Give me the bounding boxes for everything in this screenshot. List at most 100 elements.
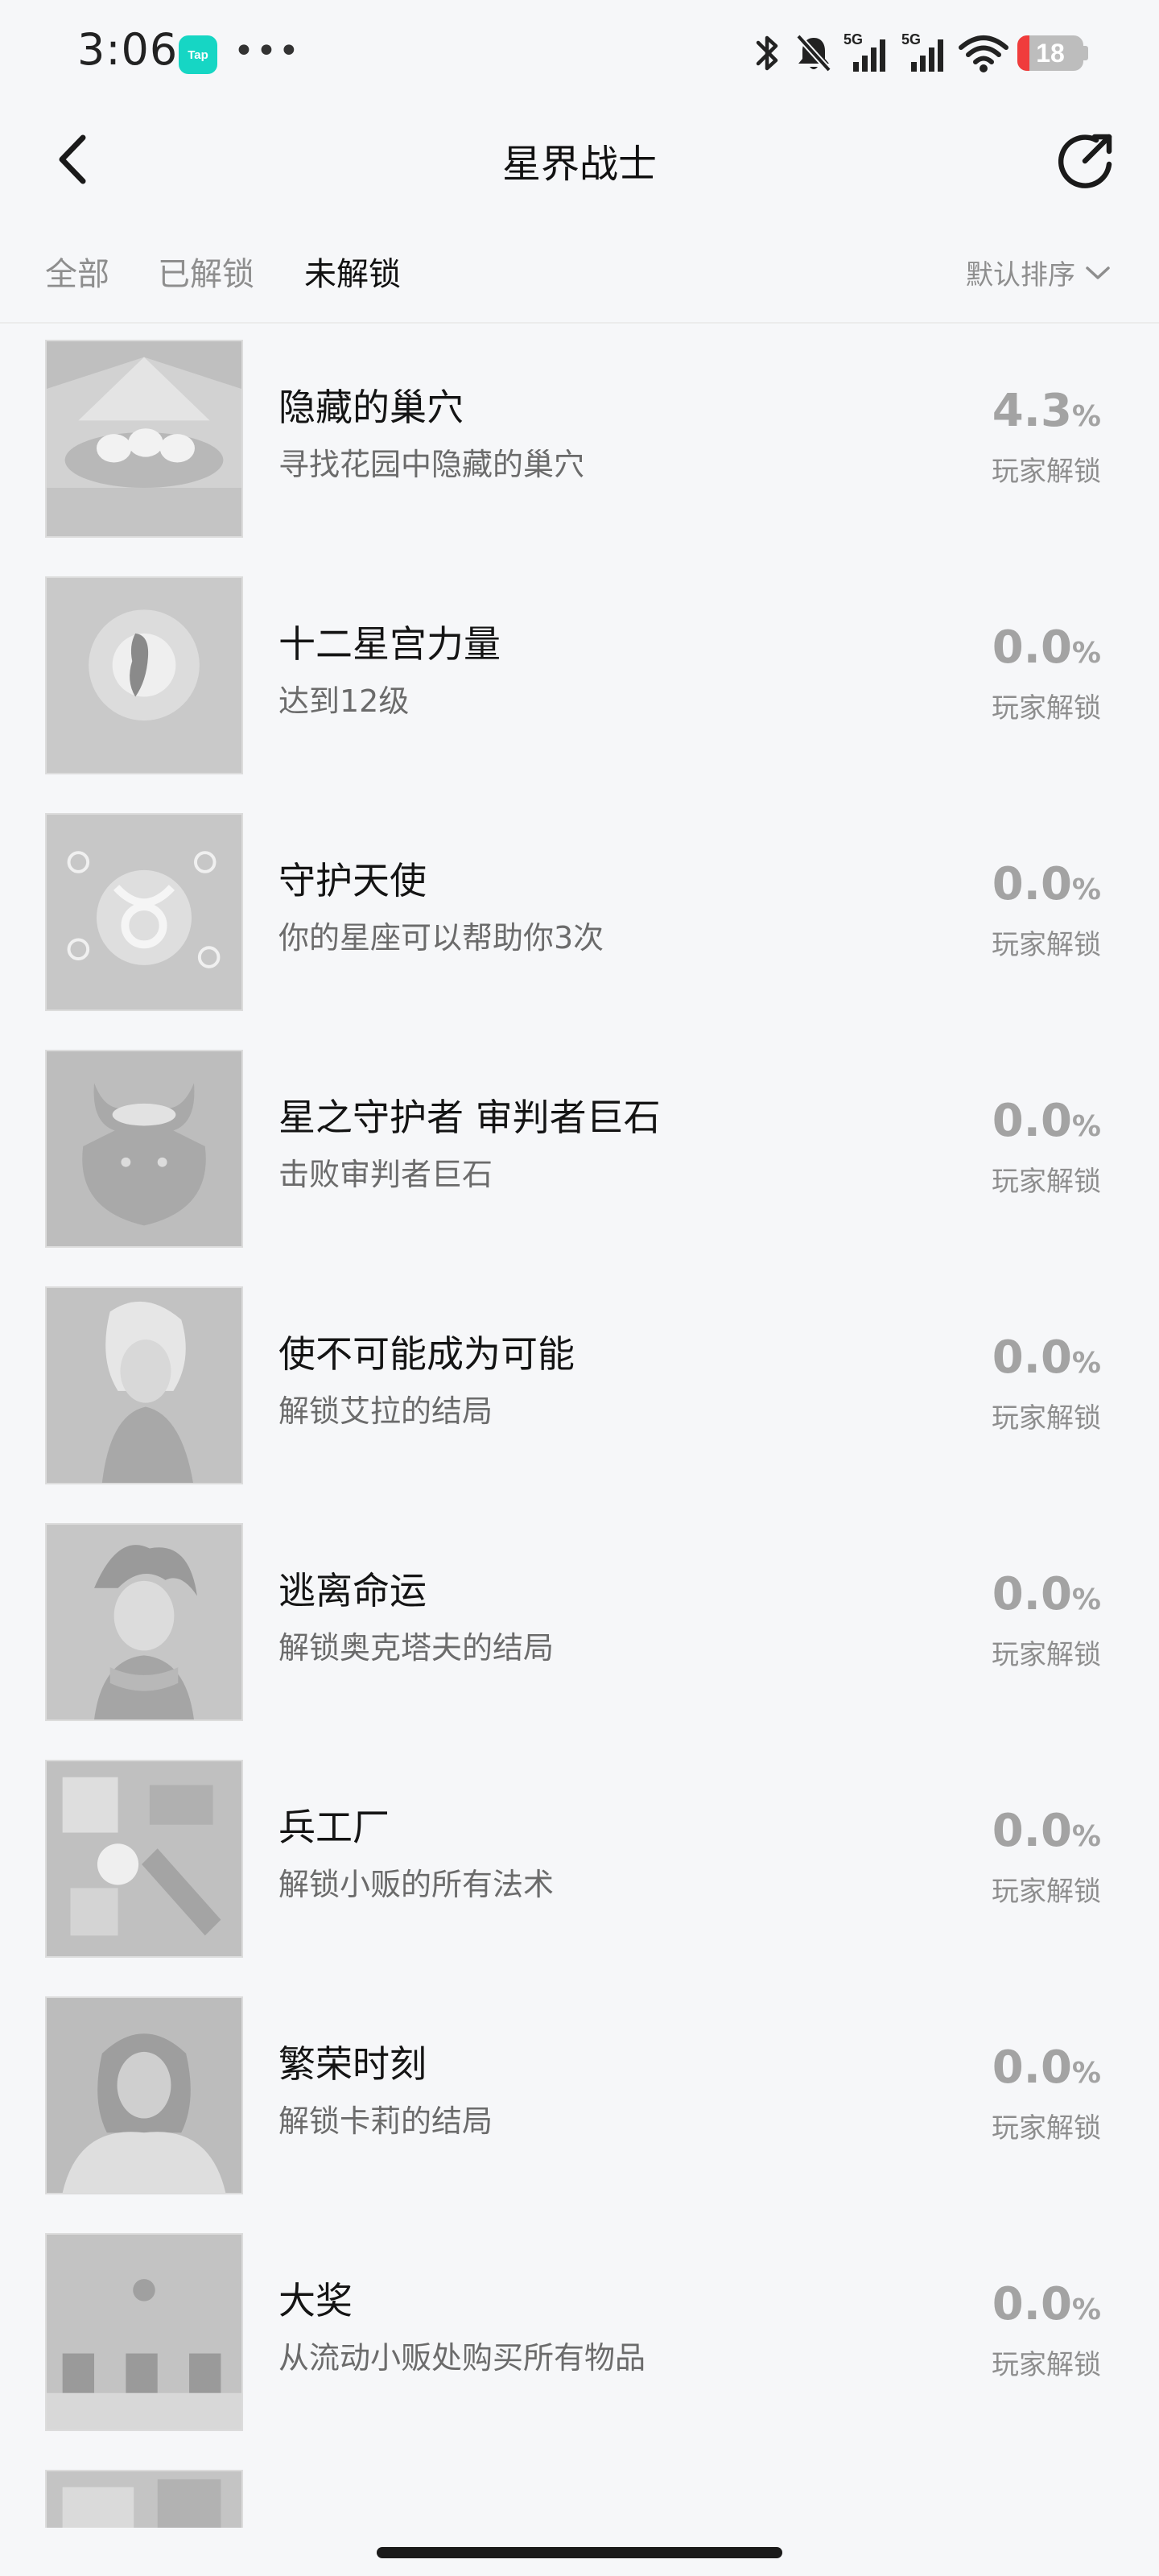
- percentage-unit: %: [1071, 2057, 1101, 2090]
- octave-portrait-image: [47, 1525, 241, 1719]
- sort-dropdown[interactable]: 默认排序: [966, 253, 1111, 292]
- battery-tip: [1083, 46, 1088, 60]
- unlock-percentage: 4.3%: [992, 385, 1101, 437]
- more-notifications-icon: •••: [233, 31, 301, 72]
- percentage-unit: %: [1071, 1820, 1101, 1853]
- achievement-description: 解锁小贩的所有法术: [278, 1867, 555, 1902]
- percentage-value: 4.3: [992, 385, 1072, 437]
- status-icons: 5G 5G 18: [750, 27, 1088, 79]
- achievement-item[interactable]: [0, 2460, 1159, 2528]
- tab-all[interactable]: 全部: [45, 248, 109, 295]
- achievement-image: [45, 1996, 243, 2194]
- achievement-title: 隐藏的巢穴: [278, 386, 464, 429]
- home-indicator[interactable]: [377, 2547, 782, 2558]
- achievement-description: 从流动小贩处购买所有物品: [278, 2340, 646, 2376]
- achievement-description: 寻找花园中隐藏的巢穴: [278, 447, 585, 482]
- unlock-percentage: 0.0%: [992, 858, 1101, 910]
- sort-label: 默认排序: [966, 259, 1075, 291]
- wifi-icon: [959, 35, 1008, 72]
- achievement-title: 守护天使: [278, 859, 427, 902]
- achievement-description: 解锁奥克塔夫的结局: [278, 1630, 555, 1666]
- unlock-percentage: 0.0%: [992, 621, 1101, 674]
- battery-level-fill: [1017, 35, 1029, 71]
- achievement-description: 达到12级: [278, 683, 410, 719]
- unlock-percentage-label: 玩家解锁: [992, 1402, 1101, 1435]
- unlock-percentage-label: 玩家解锁: [992, 2112, 1101, 2145]
- percentage-value: 0.0: [992, 1095, 1072, 1147]
- unlock-percentage-label: 玩家解锁: [992, 456, 1101, 488]
- chevron-down-icon: [1086, 266, 1110, 279]
- achievement-item[interactable]: 使不可能成为可能 解锁艾拉的结局 0.0% 玩家解锁: [0, 1277, 1159, 1513]
- achievement-image: [45, 1050, 243, 1248]
- achievement-item[interactable]: 隐藏的巢穴 寻找花园中隐藏的巢穴 4.3% 玩家解锁: [0, 330, 1159, 567]
- achievement-title: 大奖: [278, 2279, 353, 2322]
- kali-portrait-image: [47, 1998, 241, 2193]
- jackpot-image: [47, 2235, 241, 2429]
- achievement-item[interactable]: 繁荣时刻 解锁卡莉的结局 0.0% 玩家解锁: [0, 1987, 1159, 2223]
- achievement-title: 逃离命运: [278, 1569, 427, 1612]
- percentage-value: 0.0: [992, 2278, 1072, 2330]
- achievement-item[interactable]: 逃离命运 解锁奥克塔夫的结局 0.0% 玩家解锁: [0, 1513, 1159, 1750]
- percentage-unit: %: [1071, 2293, 1101, 2326]
- battery-percent: 18: [1036, 38, 1065, 68]
- achievement-description: 你的星座可以帮助你3次: [278, 920, 604, 956]
- percentage-value: 0.0: [992, 858, 1072, 910]
- judge-boulder-image: [47, 1051, 241, 1246]
- unlock-percentage: 0.0%: [992, 1805, 1101, 1857]
- achievement-item[interactable]: 大奖 从流动小贩处购买所有物品 0.0% 玩家解锁: [0, 2223, 1159, 2460]
- achievement-image: [45, 340, 243, 538]
- percentage-unit: %: [1071, 1583, 1101, 1616]
- achievement-item[interactable]: 守护天使 你的星座可以帮助你3次 0.0% 玩家解锁: [0, 803, 1159, 1040]
- achievement-image: [45, 576, 243, 774]
- unlock-percentage: 0.0%: [992, 1331, 1101, 1384]
- percentage-value: 0.0: [992, 1805, 1072, 1857]
- signal-icon: 5G: [901, 31, 943, 72]
- unlock-percentage: 0.0%: [992, 2041, 1101, 2094]
- achievement-title: 繁荣时刻: [278, 2042, 427, 2086]
- unlock-percentage: 0.0%: [992, 1095, 1101, 1147]
- achievement-title: 星之守护者 审判者巨石: [278, 1096, 661, 1139]
- achievements-screen: 3:06 Tap ••• 5G 5G 18 星界战士 全部 已解锁 未解锁 默认…: [0, 0, 1159, 2576]
- achievement-image-partial: [47, 2471, 241, 2528]
- ayla-portrait-image: [47, 1288, 241, 1483]
- percentage-value: 0.0: [992, 1331, 1072, 1384]
- achievement-description: 击败审判者巨石: [278, 1157, 493, 1192]
- top-app-bar: 星界战士: [0, 105, 1159, 209]
- achievement-image: [45, 2233, 243, 2431]
- taptap-app-icon: Tap: [179, 35, 217, 74]
- achievement-image: [45, 2470, 243, 2528]
- achievement-title: 十二星宫力量: [278, 622, 501, 666]
- percentage-unit: %: [1071, 637, 1101, 670]
- network-type-label: 5G: [843, 31, 863, 47]
- unlock-percentage-label: 玩家解锁: [992, 692, 1101, 724]
- achievement-image: [45, 813, 243, 1011]
- unlock-percentage-label: 玩家解锁: [992, 929, 1101, 961]
- unlock-percentage-label: 玩家解锁: [992, 1166, 1101, 1198]
- achievement-item[interactable]: 十二星宫力量 达到12级 0.0% 玩家解锁: [0, 567, 1159, 803]
- tab-unlocked[interactable]: 已解锁: [158, 248, 254, 295]
- page-title: 星界战士: [501, 142, 657, 187]
- unlock-percentage-label: 玩家解锁: [992, 1639, 1101, 1671]
- unlock-percentage: 0.0%: [992, 1568, 1101, 1620]
- percentage-value: 0.0: [992, 621, 1072, 674]
- achievement-list: 隐藏的巢穴 寻找花园中隐藏的巢穴 4.3% 玩家解锁 十二星宫力量 达到12级 …: [0, 330, 1159, 2528]
- bell-muted-icon: [796, 34, 831, 72]
- achievement-item[interactable]: 星之守护者 审判者巨石 击败审判者巨石 0.0% 玩家解锁: [0, 1040, 1159, 1277]
- unlock-percentage-label: 玩家解锁: [992, 2349, 1101, 2381]
- tab-locked[interactable]: 未解锁: [304, 248, 401, 295]
- achievement-description: 解锁卡莉的结局: [278, 2103, 493, 2139]
- status-time: 3:06: [77, 24, 179, 75]
- percentage-value: 0.0: [992, 1568, 1072, 1620]
- battery-body: 18: [1017, 35, 1083, 71]
- status-bar: 3:06 Tap ••• 5G 5G 18: [0, 0, 1159, 105]
- achievement-title: 使不可能成为可能: [278, 1332, 575, 1376]
- percentage-value: 0.0: [992, 2041, 1072, 2094]
- percentage-unit: %: [1071, 873, 1101, 906]
- achievement-description: 解锁艾拉的结局: [278, 1393, 493, 1429]
- achievement-item[interactable]: 兵工厂 解锁小贩的所有法术 0.0% 玩家解锁: [0, 1750, 1159, 1987]
- share-icon: [1058, 134, 1112, 188]
- achievement-image: [45, 1760, 243, 1958]
- bluetooth-icon: [756, 35, 778, 71]
- share-button[interactable]: [1051, 127, 1119, 195]
- signal-icon: 5G: [843, 31, 885, 72]
